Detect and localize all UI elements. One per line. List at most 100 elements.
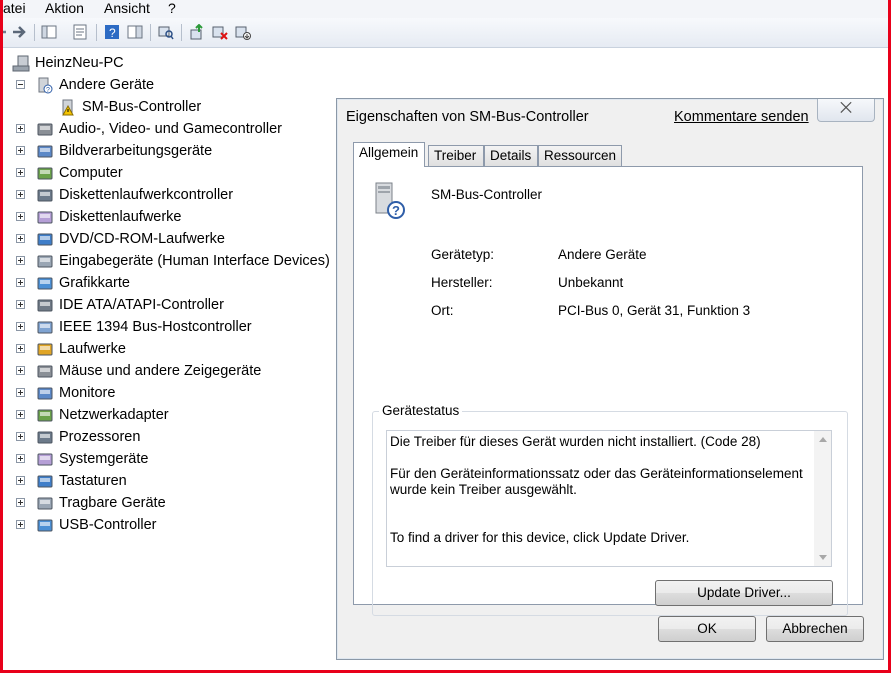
device-status-text[interactable]: Die Treiber für dieses Gerät wurden nich… [386, 430, 832, 567]
portable-device-icon [37, 497, 53, 510]
expand-toggle[interactable] [16, 388, 25, 397]
prop-value-location: PCI-Bus 0, Gerät 31, Funktion 3 [558, 303, 751, 318]
back-arrow-icon[interactable] [0, 24, 10, 40]
tree-item-label: Monitore [59, 385, 116, 401]
audio-icon [37, 123, 53, 136]
menu-view[interactable]: Ansicht [104, 0, 150, 16]
prop-key-type: Gerätetyp: [431, 247, 495, 262]
usb-icon [37, 519, 53, 532]
console-tree-icon[interactable] [41, 24, 57, 40]
tab-details[interactable]: Details [484, 145, 538, 166]
menu-file[interactable]: atei [3, 0, 26, 16]
menu-help[interactable]: ? [168, 0, 176, 16]
tree-item-label: Mäuse und andere Zeigegeräte [59, 363, 262, 379]
cancel-button[interactable]: Abbrechen [766, 616, 864, 642]
expand-toggle[interactable] [16, 410, 25, 419]
system-devices-icon [37, 453, 53, 466]
tree-item-label: USB-Controller [59, 517, 157, 533]
prop-key-location: Ort: [431, 303, 454, 318]
firewire-icon [37, 321, 53, 334]
unknown-device-large-icon: ? [375, 182, 405, 219]
device-status-group: Gerätestatus Die Treiber für dieses Gerä… [372, 403, 848, 616]
camera-icon [37, 145, 53, 158]
expand-toggle[interactable] [16, 454, 25, 463]
tab-driver[interactable]: Treiber [428, 145, 484, 166]
tree-item-label: Computer [59, 165, 123, 181]
keyboard-icon [37, 475, 53, 488]
expand-toggle[interactable] [16, 234, 25, 243]
dvd-drive-icon [37, 233, 53, 246]
expand-toggle[interactable] [16, 256, 25, 265]
prop-value-manufacturer: Unbekannt [558, 275, 624, 290]
tree-item-label: Bildverarbeitungsgeräte [59, 143, 213, 159]
expand-toggle[interactable] [16, 322, 25, 331]
toolbar-separator [150, 24, 151, 41]
expand-toggle[interactable] [16, 212, 25, 221]
close-icon: ⨉ [840, 100, 853, 117]
collapse-toggle[interactable] [16, 80, 25, 89]
tree-item-label: Audio-, Video- und Gamecontroller [59, 121, 282, 137]
tree-item-label: Grafikkarte [59, 275, 130, 291]
prop-key-manufacturer: Hersteller: [431, 275, 493, 290]
expand-toggle[interactable] [16, 124, 25, 133]
dialog-title: Eigenschaften von SM-Bus-Controller [346, 109, 589, 125]
uninstall-device-icon[interactable] [235, 24, 251, 40]
device-status-title: Gerätestatus [379, 403, 463, 418]
toolbar-separator [96, 24, 97, 41]
properties-dialog: Eigenschaften von SM-Bus-Controller Komm… [336, 98, 884, 660]
menu-action[interactable]: Aktion [45, 0, 84, 16]
display-adapter-icon [37, 277, 53, 290]
computer-icon [37, 167, 53, 180]
floppy-controller-icon [37, 189, 53, 202]
expand-toggle[interactable] [16, 168, 25, 177]
properties-icon[interactable] [72, 24, 88, 40]
tab-resources[interactable]: Ressourcen [538, 145, 622, 166]
tree-item-label: Eingabegeräte (Human Interface Devices) [59, 253, 330, 269]
disk-drive-icon [37, 343, 53, 356]
forward-arrow-icon[interactable] [11, 24, 27, 40]
tab-general[interactable]: Allgemein [353, 142, 425, 167]
expand-toggle[interactable] [16, 366, 25, 375]
computer-root-icon [12, 55, 30, 72]
status-line-2: Für den Geräteinformationssatz oder das … [390, 466, 803, 497]
svg-text:?: ? [392, 203, 400, 218]
expand-toggle[interactable] [16, 190, 25, 199]
tree-item-label: Tragbare Geräte [59, 495, 166, 511]
expand-toggle[interactable] [16, 300, 25, 309]
expand-toggle[interactable] [16, 498, 25, 507]
expand-toggle[interactable] [16, 278, 25, 287]
expand-toggle[interactable] [16, 432, 25, 441]
expand-toggle[interactable] [16, 344, 25, 353]
mouse-icon [37, 365, 53, 378]
disable-device-icon[interactable] [212, 24, 228, 40]
feedback-link[interactable]: Kommentare senden [674, 109, 809, 125]
floppy-drive-icon [37, 211, 53, 224]
toolbar-separator [181, 24, 182, 41]
tree-item-label: Tastaturen [59, 473, 127, 489]
processor-icon [37, 431, 53, 444]
menu-bar: atei Aktion Ansicht ? [0, 0, 891, 18]
prop-value-type: Andere Geräte [558, 247, 647, 262]
status-scrollbar[interactable] [814, 431, 831, 566]
general-panel: ? SM-Bus-Controller Gerätetyp: Andere Ge… [353, 166, 863, 616]
ok-button[interactable]: OK [658, 616, 756, 642]
scan-hardware-icon[interactable] [158, 24, 174, 40]
tree-item-label: IEEE 1394 Bus-Hostcontroller [59, 319, 252, 335]
help-icon[interactable]: ? [104, 24, 120, 40]
expand-toggle[interactable] [16, 476, 25, 485]
status-line-3: To find a driver for this device, click … [390, 530, 690, 545]
toolbar: ? [0, 18, 891, 48]
tree-item-label: Netzwerkadapter [59, 407, 169, 423]
update-driver-icon[interactable] [189, 24, 205, 40]
tree-item-label: Prozessoren [59, 429, 141, 445]
status-line-1: Die Treiber für dieses Gerät wurden nich… [390, 434, 761, 449]
action-pane-icon[interactable] [127, 24, 143, 40]
monitor-icon [37, 387, 53, 400]
update-driver-button[interactable]: Update Driver... [655, 580, 833, 606]
expand-toggle[interactable] [16, 146, 25, 155]
expand-toggle[interactable] [16, 520, 25, 529]
tree-item-label: IDE ATA/ATAPI-Controller [59, 297, 224, 313]
close-button[interactable]: ⨉ [817, 99, 875, 122]
toolbar-separator [34, 24, 35, 41]
tree-item-label: Laufwerke [59, 341, 126, 357]
